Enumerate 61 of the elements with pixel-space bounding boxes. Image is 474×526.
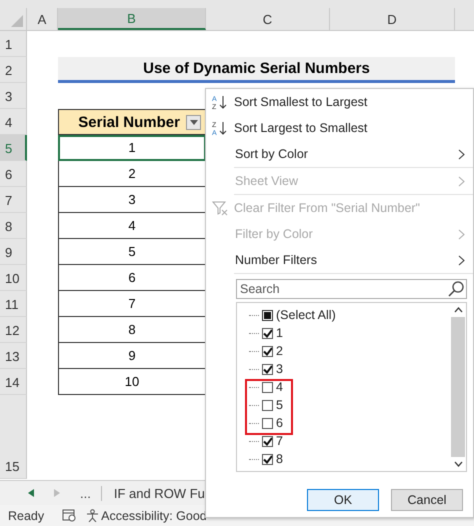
list-item[interactable]: 5 — [237, 396, 450, 414]
list-item[interactable]: 2 — [237, 342, 450, 360]
list-item[interactable]: 8 — [237, 450, 450, 468]
checkbox[interactable] — [262, 418, 273, 428]
list-item[interactable]: 3 — [237, 360, 450, 378]
macro-recorder-icon[interactable] — [62, 509, 76, 522]
checkbox[interactable] — [262, 310, 273, 320]
menu-item[interactable]: Sort by Color — [206, 141, 473, 167]
row-header[interactable]: 12 — [0, 317, 27, 343]
checkbox[interactable] — [262, 328, 273, 338]
caret-icon — [190, 120, 198, 124]
row-header[interactable]: 4 — [0, 109, 27, 135]
search-icon — [448, 281, 464, 297]
column-header[interactable]: C — [206, 8, 330, 30]
column-header[interactable]: B — [58, 8, 206, 30]
more-sheets-button[interactable]: ... — [80, 486, 102, 500]
chevron-right-icon — [458, 254, 465, 266]
row-header[interactable]: 9 — [0, 239, 27, 265]
list-item[interactable]: 1 — [237, 324, 450, 342]
row-header[interactable]: 14 — [0, 369, 27, 395]
status-text: Ready — [8, 508, 44, 522]
list-item[interactable]: (Select All) — [237, 306, 450, 324]
corner-triangle-icon — [11, 15, 23, 27]
column-header[interactable]: D — [330, 8, 455, 30]
checkbox[interactable] — [262, 400, 273, 410]
checkbox[interactable] — [262, 436, 273, 446]
row-header[interactable]: 11 — [0, 291, 27, 317]
list-item[interactable]: 6 — [237, 414, 450, 432]
row-header[interactable]: 8 — [0, 213, 27, 239]
chevron-right-icon — [458, 176, 465, 186]
person-icon — [86, 509, 100, 522]
scroll-left-icon[interactable] — [28, 489, 34, 497]
sheet-tab[interactable]: IF and ROW Fu — [114, 486, 205, 500]
scroll-up-icon[interactable] — [454, 307, 462, 313]
sheet-title: Use of Dynamic Serial Numbers — [58, 57, 455, 83]
checkbox[interactable] — [262, 454, 273, 464]
filter-dropdown-button[interactable] — [186, 114, 201, 130]
row-header[interactable]: 6 — [0, 161, 27, 187]
row-header[interactable]: 5 — [0, 135, 27, 161]
table-cell: 1 — [58, 135, 206, 161]
chevron-right-icon — [458, 228, 465, 240]
row-header[interactable]: 3 — [0, 83, 27, 109]
list-item[interactable]: 4 — [237, 378, 450, 396]
row-header[interactable]: 15 — [0, 395, 27, 479]
list-item[interactable]: 7 — [237, 432, 450, 450]
checkbox[interactable] — [262, 364, 273, 374]
row-header[interactable]: 7 — [0, 187, 27, 213]
row-header[interactable]: 1 — [0, 31, 27, 57]
scroll-down-icon[interactable] — [454, 461, 462, 467]
row-header[interactable]: 13 — [0, 343, 27, 369]
search-field[interactable]: Search — [236, 279, 467, 299]
cancel-button[interactable]: Cancel — [391, 489, 463, 511]
chevron-right-icon — [458, 148, 465, 160]
clear-filter-icon — [212, 200, 228, 216]
row-header[interactable]: 10 — [0, 265, 27, 291]
checkbox[interactable] — [262, 382, 273, 392]
menu-item[interactable]: Number Filters — [206, 247, 473, 273]
checkbox[interactable] — [262, 346, 273, 356]
ok-button[interactable]: OK — [307, 489, 379, 511]
row-header[interactable]: 2 — [0, 57, 27, 83]
header-text: Serial Number — [78, 114, 180, 130]
